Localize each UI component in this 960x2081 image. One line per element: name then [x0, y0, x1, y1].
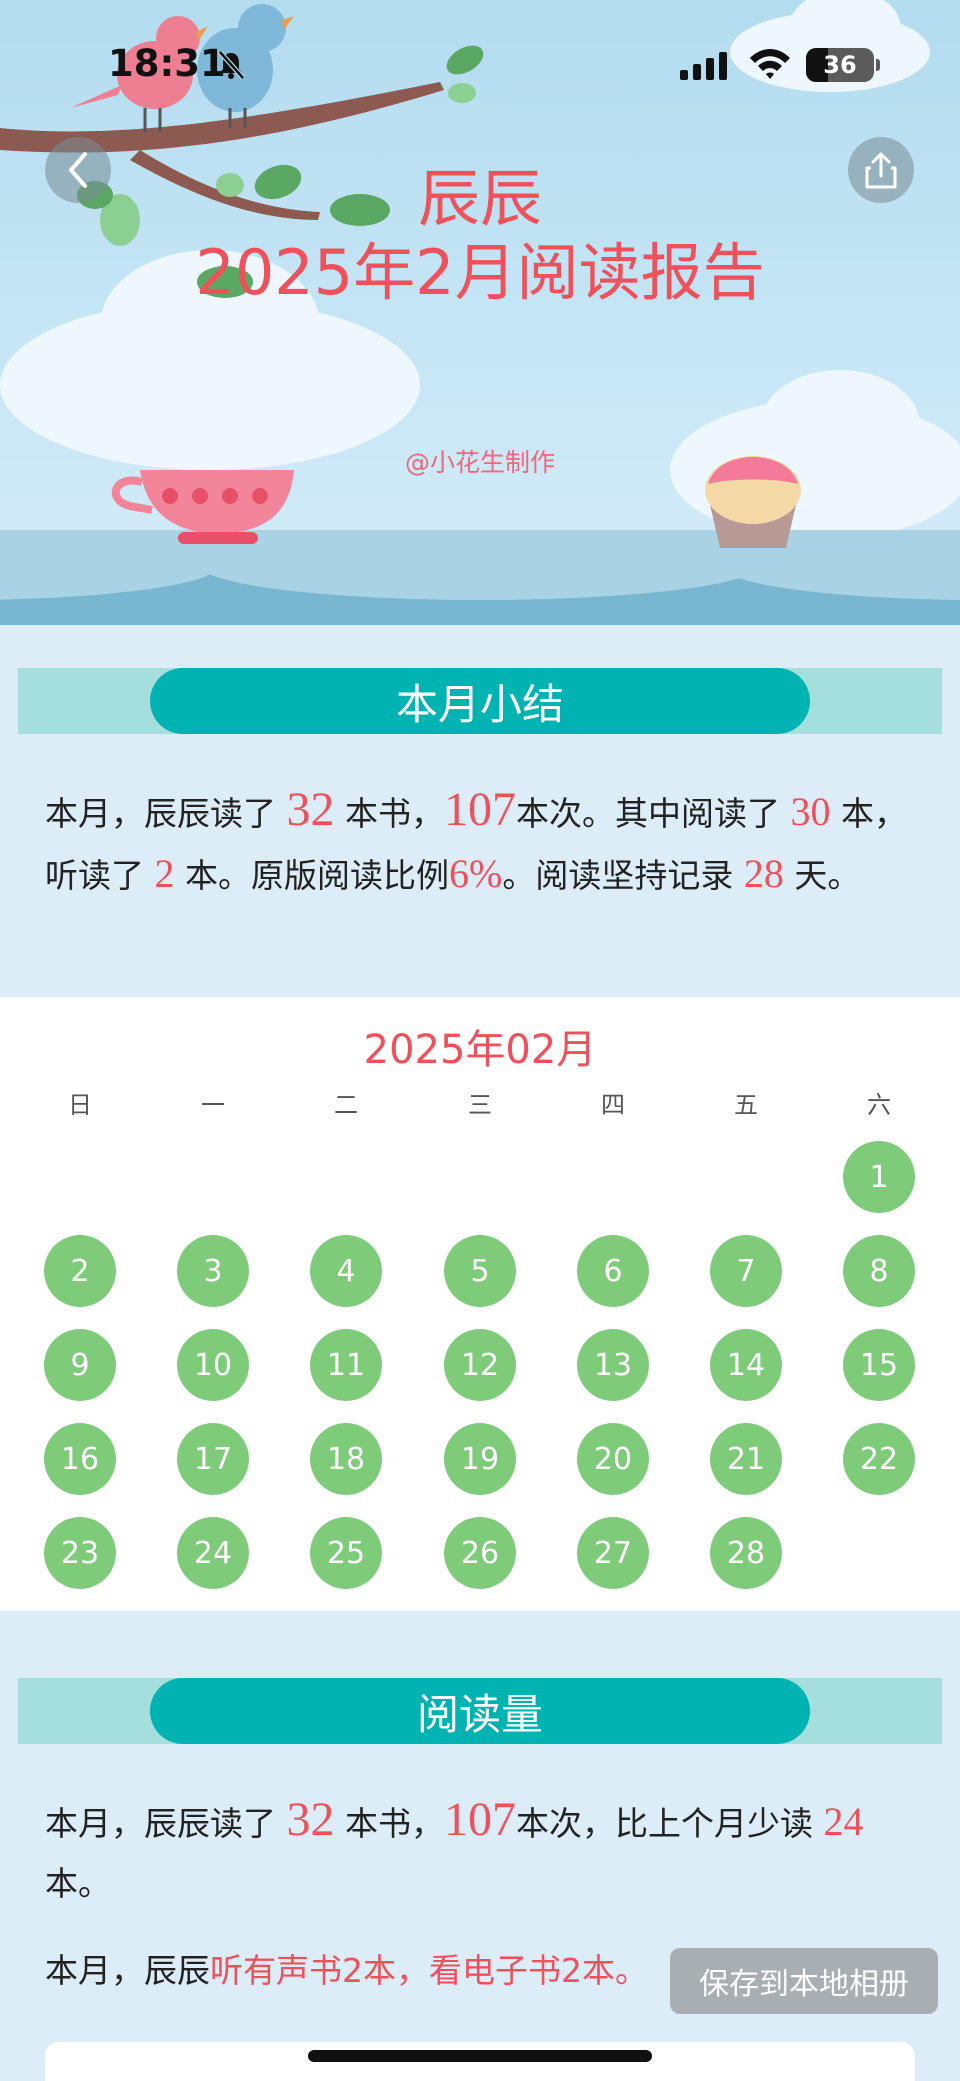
summary-text: 本。原版阅读比例	[174, 856, 449, 895]
save-to-album-button[interactable]: 保存到本地相册	[670, 1948, 938, 2014]
volume-text: 本书，	[334, 1804, 444, 1843]
calendar-day[interactable]: 27	[577, 1517, 649, 1589]
calendar-day[interactable]: 11	[310, 1329, 382, 1401]
calendar-day[interactable]: 5	[444, 1235, 516, 1307]
cellular-signal-icon	[680, 52, 727, 80]
summary-paragraph: 本月，辰辰读了 32 本书，107本次。其中阅读了 30 本，听读了 2 本。原…	[45, 780, 915, 906]
weekday-label: 三	[468, 1091, 492, 1119]
original-ratio: 6%	[449, 851, 503, 896]
calendar-day[interactable]: 19	[444, 1423, 516, 1495]
calendar-day[interactable]: 23	[44, 1517, 116, 1589]
calendar-day[interactable]: 10	[177, 1329, 249, 1401]
calendar-day[interactable]: 28	[710, 1517, 782, 1589]
calendar-day[interactable]: 20	[577, 1423, 649, 1495]
calendar-day[interactable]: 22	[843, 1423, 915, 1495]
weekday-label: 五	[734, 1091, 758, 1119]
weekday-label: 四	[601, 1091, 625, 1119]
volume-times-count: 107	[444, 1793, 516, 1846]
less-than-last-month: 24	[823, 1799, 864, 1844]
calendar-day[interactable]: 24	[177, 1517, 249, 1589]
wifi-icon	[750, 49, 790, 79]
volume-books-count: 32	[286, 1793, 335, 1846]
reading-calendar: 2025年02月 日一二三四五六 1 2 3 4 5 6 7 8 9 10 11 12 13 14 15 16…	[0, 997, 960, 1611]
streak-days: 28	[743, 851, 784, 896]
calendar-day[interactable]: 16	[44, 1423, 116, 1495]
volume-section-header: 阅读量	[18, 1678, 942, 1744]
home-indicator	[308, 2050, 652, 2062]
calendar-day[interactable]: 3	[177, 1235, 249, 1307]
calendar-day[interactable]: 18	[310, 1423, 382, 1495]
calendar-day[interactable]: 8	[843, 1235, 915, 1307]
maker-credit: @小花生制作	[404, 448, 555, 477]
summary-text: 天。	[783, 856, 861, 895]
battery-level: 36	[823, 51, 857, 79]
status-time: 18:31	[108, 42, 226, 85]
weekday-label: 日	[68, 1091, 92, 1119]
books-count: 32	[286, 783, 335, 836]
bell-muted-icon	[218, 50, 245, 80]
calendar-day[interactable]: 25	[310, 1517, 382, 1589]
calendar-day[interactable]: 21	[710, 1423, 782, 1495]
weekday-label: 二	[334, 1091, 358, 1119]
summary-text: 本书，	[334, 794, 444, 833]
volume-text: 本次，比上个月少读	[516, 1804, 824, 1843]
calendar-day[interactable]: 4	[310, 1235, 382, 1307]
calendar-day[interactable]: 26	[444, 1517, 516, 1589]
calendar-day[interactable]: 17	[177, 1423, 249, 1495]
calendar-day[interactable]: 14	[710, 1329, 782, 1401]
media-text: 本月，辰辰	[45, 1951, 210, 1990]
calendar-day[interactable]: 13	[577, 1329, 649, 1401]
weekday-label: 一	[201, 1091, 225, 1119]
calendar-day[interactable]: 9	[44, 1329, 116, 1401]
listened-count: 2	[154, 851, 175, 896]
summary-text: 本次。其中阅读了	[516, 794, 791, 833]
volume-heading: 阅读量	[150, 1678, 810, 1744]
calendar-day[interactable]: 2	[44, 1235, 116, 1307]
times-count: 107	[444, 783, 516, 836]
volume-text: 本。	[45, 1864, 111, 1903]
read-count: 30	[790, 789, 831, 834]
report-banner: 18:31 36 辰辰 2025年2月阅读报告 @小花生制作	[0, 0, 960, 625]
report-title: 2025年2月阅读报告	[195, 236, 765, 309]
calendar-day[interactable]: 15	[843, 1329, 915, 1401]
summary-section-header: 本月小结	[18, 668, 942, 734]
calendar-day[interactable]: 7	[710, 1235, 782, 1307]
summary-heading: 本月小结	[150, 668, 810, 734]
volume-paragraph: 本月，辰辰读了 32 本书，107本次，比上个月少读 24 本。	[45, 1790, 915, 1914]
calendar-day[interactable]: 6	[577, 1235, 649, 1307]
weekday-label: 六	[867, 1091, 891, 1119]
calendar-month-title: 2025年02月	[363, 1027, 597, 1073]
calendar-day[interactable]: 12	[444, 1329, 516, 1401]
volume-text: 本月，辰辰读了	[45, 1804, 287, 1843]
summary-text: 。阅读坚持记录	[502, 856, 744, 895]
battery-icon: 36	[806, 48, 880, 82]
media-highlight: 听有声书2本，看电子书2本。	[210, 1951, 648, 1990]
summary-text: 本月，辰辰读了	[45, 794, 287, 833]
calendar-day[interactable]: 1	[843, 1141, 915, 1213]
